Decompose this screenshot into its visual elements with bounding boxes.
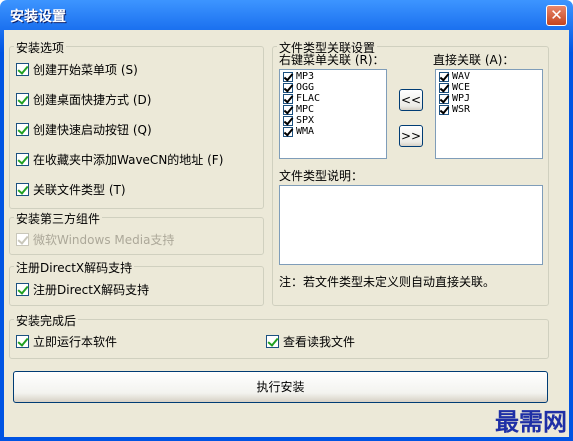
- list-item[interactable]: MP3: [280, 71, 386, 82]
- close-button[interactable]: ✕: [546, 5, 567, 26]
- checkbox-checked-icon[interactable]: [283, 115, 293, 126]
- checkbox-checked-icon[interactable]: [16, 93, 29, 106]
- checkbox-checked-icon[interactable]: [266, 335, 279, 348]
- third-party-legend: 安装第三方组件: [14, 210, 103, 227]
- file-assoc-group: 文件类型关联设置 右键菜单关联 (R)： 直接关联 (A)： MP3 OGG F…: [272, 39, 549, 306]
- direct-assoc-list[interactable]: WAV WCE WPJ WSR: [435, 69, 543, 159]
- double-chevron-left-icon: <<: [400, 93, 422, 107]
- list-item[interactable]: WPJ: [436, 93, 542, 104]
- checkbox-checked-icon[interactable]: [16, 183, 29, 196]
- close-icon: ✕: [550, 6, 563, 24]
- checkbox-checked-icon[interactable]: [439, 93, 449, 104]
- option-windows-media[interactable]: 微软Windows Media支持: [16, 231, 174, 248]
- checkbox-checked-icon[interactable]: [283, 82, 293, 93]
- dialog-body: 安装选项 创建开始菜单项 (S) 创建桌面快捷方式 (D) 创建快速启动按钮 (…: [4, 30, 569, 437]
- checkbox-checked-icon[interactable]: [439, 82, 449, 93]
- checkbox-checked-icon[interactable]: [283, 104, 293, 115]
- right-menu-list[interactable]: MP3 OGG FLAC MPC SPX WMA: [279, 69, 387, 159]
- directx-group: 注册DirectX解码支持 注册DirectX解码支持: [9, 259, 264, 306]
- checkbox-checked-icon[interactable]: [439, 104, 449, 115]
- file-type-desc-label: 文件类型说明：: [279, 169, 364, 183]
- assoc-note: 注：若文件类型未定义则自动直接关联。: [279, 275, 496, 289]
- list-item[interactable]: WMA: [280, 126, 386, 137]
- option-file-assoc[interactable]: 关联文件类型 (T): [16, 181, 126, 198]
- option-directx[interactable]: 注册DirectX解码支持: [16, 281, 149, 298]
- list-item[interactable]: WSR: [436, 104, 542, 115]
- checkbox-checked-icon[interactable]: [283, 71, 293, 82]
- checkbox-checked-icon[interactable]: [16, 153, 29, 166]
- checkbox-checked-icon[interactable]: [439, 71, 449, 82]
- double-chevron-right-icon: >>: [400, 129, 422, 143]
- dialog-window: 安装设置 ✕ 安装选项 创建开始菜单项 (S) 创建桌面快捷方式 (D) 创建快…: [0, 0, 573, 441]
- checkbox-checked-icon[interactable]: [283, 93, 293, 104]
- option-label: 注册DirectX解码支持: [33, 283, 150, 297]
- watermark-text: 最需网: [495, 407, 567, 436]
- option-label: 微软Windows Media支持: [33, 233, 175, 247]
- move-left-button[interactable]: <<: [399, 89, 423, 111]
- option-quick-launch[interactable]: 创建快速启动按钮 (Q): [16, 121, 152, 138]
- install-options-legend: 安装选项: [14, 39, 67, 56]
- list-item[interactable]: WAV: [436, 71, 542, 82]
- checkbox-checked-icon[interactable]: [16, 283, 29, 296]
- directx-legend: 注册DirectX解码支持: [14, 259, 135, 276]
- list-item[interactable]: WCE: [436, 82, 542, 93]
- option-label: 创建快速启动按钮 (Q): [33, 123, 152, 137]
- window-title: 安装设置: [10, 9, 66, 25]
- option-label: 立即运行本软件: [33, 335, 118, 349]
- list-item[interactable]: FLAC: [280, 93, 386, 104]
- direct-assoc-label: 直接关联 (A)：: [433, 53, 515, 67]
- after-install-group: 安装完成后 立即运行本软件 查看读我文件: [9, 312, 549, 359]
- checkbox-checked-icon[interactable]: [16, 335, 29, 348]
- checkbox-checked-icon[interactable]: [16, 123, 29, 136]
- list-item[interactable]: MPC: [280, 104, 386, 115]
- checkbox-checked-icon[interactable]: [283, 126, 293, 137]
- option-run-now[interactable]: 立即运行本软件: [16, 333, 117, 350]
- right-menu-label: 右键菜单关联 (R)：: [279, 53, 385, 67]
- option-label: 查看读我文件: [283, 335, 356, 349]
- install-options-group: 安装选项 创建开始菜单项 (S) 创建桌面快捷方式 (D) 创建快速启动按钮 (…: [9, 39, 264, 209]
- option-start-menu[interactable]: 创建开始菜单项 (S): [16, 61, 138, 78]
- list-item[interactable]: SPX: [280, 115, 386, 126]
- execute-install-button[interactable]: 执行安装: [13, 371, 548, 403]
- option-favorites[interactable]: 在收藏夹中添加WaveCN的地址 (F): [16, 151, 223, 168]
- file-type-desc-box[interactable]: [279, 185, 543, 265]
- option-view-readme[interactable]: 查看读我文件: [266, 333, 355, 350]
- after-install-legend: 安装完成后: [14, 312, 79, 329]
- option-label: 创建开始菜单项 (S): [33, 63, 138, 77]
- option-label: 创建桌面快捷方式 (D): [33, 93, 152, 107]
- list-item[interactable]: OGG: [280, 82, 386, 93]
- title-bar[interactable]: 安装设置 ✕: [4, 0, 569, 30]
- checkbox-disabled-icon[interactable]: [16, 233, 29, 246]
- option-label: 在收藏夹中添加WaveCN的地址 (F): [33, 153, 224, 167]
- option-label: 关联文件类型 (T): [33, 183, 126, 197]
- third-party-group: 安装第三方组件 微软Windows Media支持: [9, 210, 264, 255]
- checkbox-checked-icon[interactable]: [16, 63, 29, 76]
- move-right-button[interactable]: >>: [399, 125, 423, 147]
- option-desktop-shortcut[interactable]: 创建桌面快捷方式 (D): [16, 91, 151, 108]
